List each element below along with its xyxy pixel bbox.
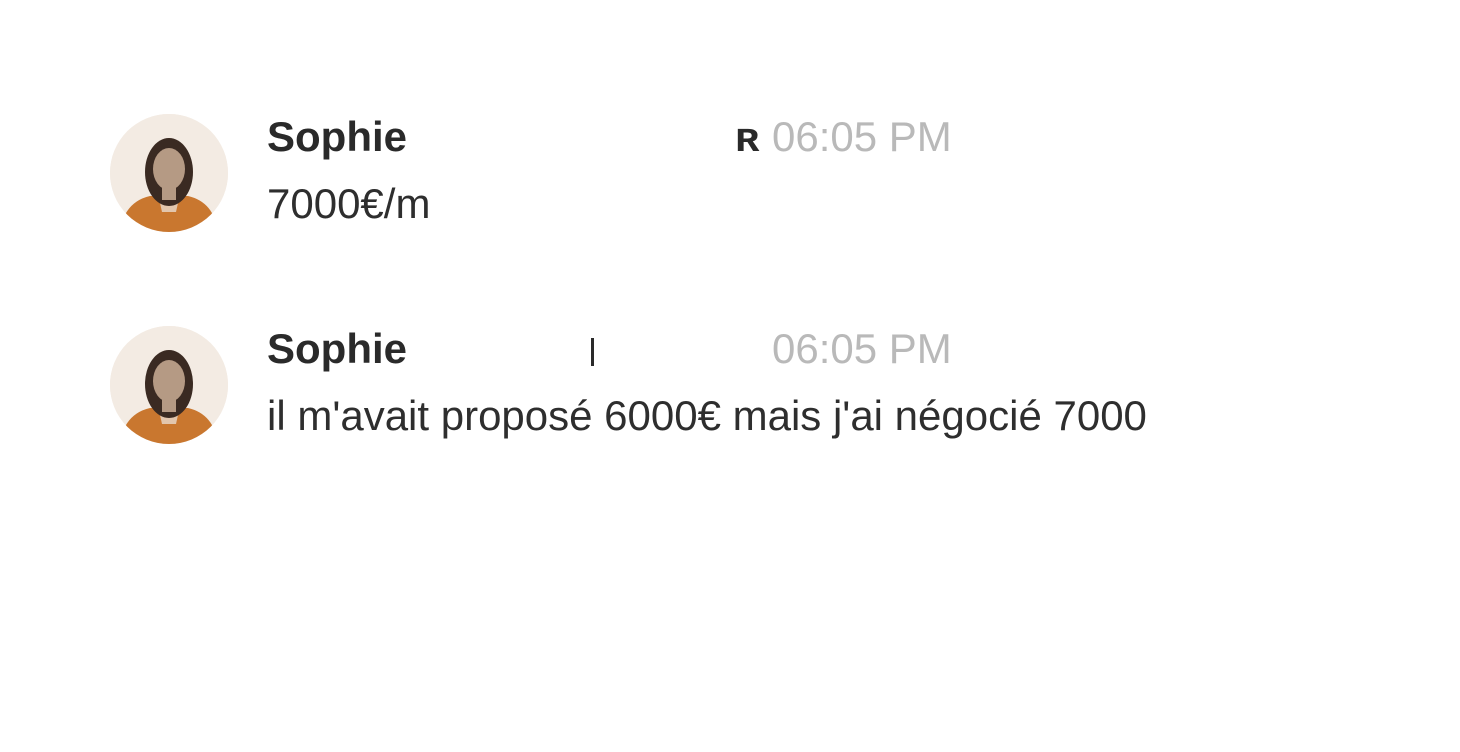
user-photo-icon bbox=[110, 326, 228, 444]
chat-message: Sophie ʀ 06:05 PM 7000€/m bbox=[110, 114, 1410, 234]
message-text: il m'avait proposé 6000€ mais j'ai négoc… bbox=[267, 392, 1147, 439]
sender-name[interactable]: Sophie bbox=[267, 114, 407, 160]
sender-name[interactable]: Sophie bbox=[267, 326, 407, 372]
truncated-glyph bbox=[591, 338, 594, 366]
redacted-area bbox=[422, 120, 742, 154]
truncated-glyph: ʀ bbox=[735, 113, 760, 160]
user-photo-icon bbox=[110, 114, 228, 232]
message-header: Sophie 06:05 PM bbox=[267, 326, 967, 372]
message-text: 7000€/m bbox=[267, 180, 431, 227]
message-header: Sophie ʀ 06:05 PM bbox=[267, 114, 967, 160]
chat-message: Sophie 06:05 PM il m'avait proposé 6000€… bbox=[110, 326, 1410, 446]
avatar[interactable] bbox=[110, 114, 228, 232]
message-timestamp: 06:05 PM bbox=[772, 325, 952, 372]
avatar[interactable] bbox=[110, 326, 228, 444]
message-timestamp: 06:05 PM bbox=[772, 113, 952, 160]
